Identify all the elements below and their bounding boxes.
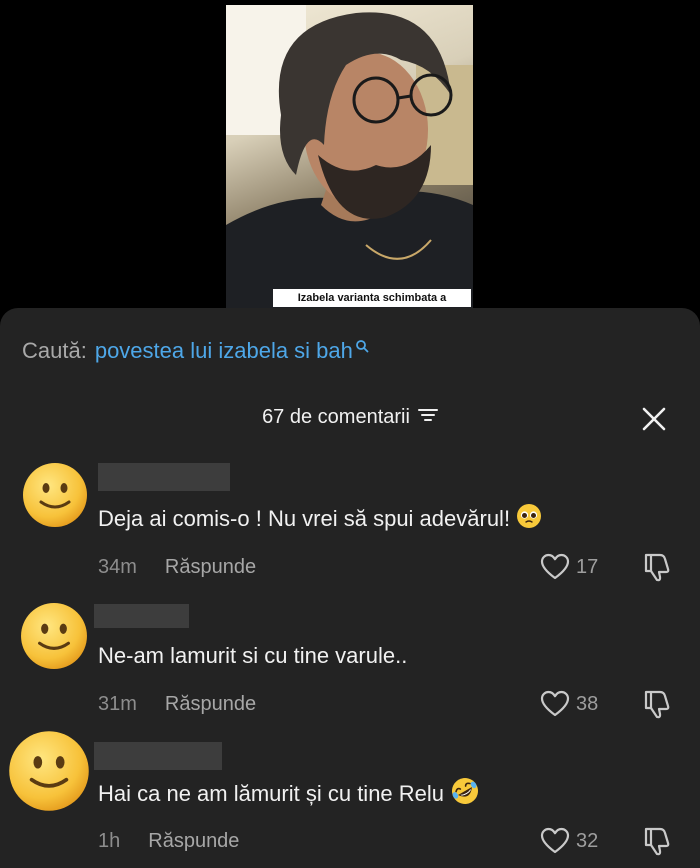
- reply-button[interactable]: Răspunde: [165, 693, 256, 716]
- heart-icon: [540, 690, 570, 717]
- search-query-link[interactable]: povestea lui izabela si bah: [95, 338, 353, 364]
- comment-meta: 34m Răspunde: [98, 553, 256, 581]
- comment-text: Ne-am lamurit si cu tine varule..: [98, 640, 407, 672]
- thumbs-down-icon: [644, 553, 670, 582]
- comment-time: 1h: [98, 829, 121, 852]
- smiley-avatar-icon: [23, 463, 87, 527]
- smiley-avatar-icon: [9, 731, 89, 811]
- video-area: Izabela varianta schimbata a: [0, 0, 700, 310]
- avatar[interactable]: [22, 462, 88, 533]
- reply-button[interactable]: Răspunde: [148, 830, 239, 853]
- comment-time: 31m: [98, 692, 137, 715]
- comment-meta: 1h Răspunde: [98, 827, 239, 855]
- heart-icon: [540, 553, 570, 580]
- video-caption: Izabela varianta schimbata a: [273, 289, 471, 307]
- like-button[interactable]: 17: [540, 552, 598, 582]
- username-redacted[interactable]: [94, 742, 222, 770]
- comments-header: 67 de comentarii: [0, 400, 700, 436]
- comment-meta: 31m Răspunde: [98, 690, 256, 718]
- avatar[interactable]: [20, 602, 88, 675]
- search-suggestion[interactable]: Caută: povestea lui izabela si bah: [22, 333, 369, 369]
- video-frame-illustration: [226, 5, 473, 310]
- username-redacted[interactable]: [98, 463, 230, 491]
- like-button[interactable]: 38: [540, 689, 598, 719]
- thumbs-down-icon: [644, 690, 670, 719]
- reply-button[interactable]: Răspunde: [165, 556, 256, 579]
- like-count: 38: [576, 692, 599, 715]
- dislike-button[interactable]: [642, 551, 672, 588]
- like-count: 17: [576, 555, 599, 578]
- comment-body: Hai ca ne am lămurit și cu tine Relu: [98, 781, 445, 806]
- close-icon: [642, 407, 666, 431]
- smiley-avatar-icon: [21, 603, 87, 669]
- comment-text: Deja ai comis-o ! Nu vrei să spui adevăr…: [98, 503, 542, 535]
- comment-count-label: 67 de comentarii: [262, 406, 410, 428]
- username-redacted[interactable]: [94, 604, 189, 628]
- like-button[interactable]: 32: [540, 826, 598, 856]
- rolling-laughing-icon: [450, 776, 480, 812]
- close-button[interactable]: [638, 403, 670, 435]
- search-prefix: Caută:: [22, 338, 87, 363]
- dislike-button[interactable]: [642, 825, 672, 862]
- comment-text: Hai ca ne am lămurit și cu tine Relu: [98, 778, 480, 810]
- dislike-button[interactable]: [642, 688, 672, 725]
- avatar[interactable]: [8, 730, 90, 817]
- comment-time: 34m: [98, 555, 137, 578]
- like-count: 32: [576, 829, 599, 852]
- comment-body: Deja ai comis-o ! Nu vrei să spui adevăr…: [98, 506, 511, 531]
- video-thumbnail[interactable]: [226, 5, 473, 310]
- comment-body: Ne-am lamurit si cu tine varule..: [98, 643, 408, 668]
- pleading-face-icon: [516, 503, 542, 535]
- search-icon: [355, 333, 369, 359]
- thumbs-down-icon: [644, 827, 670, 856]
- sort-filter-icon[interactable]: [417, 406, 438, 429]
- heart-icon: [540, 827, 570, 854]
